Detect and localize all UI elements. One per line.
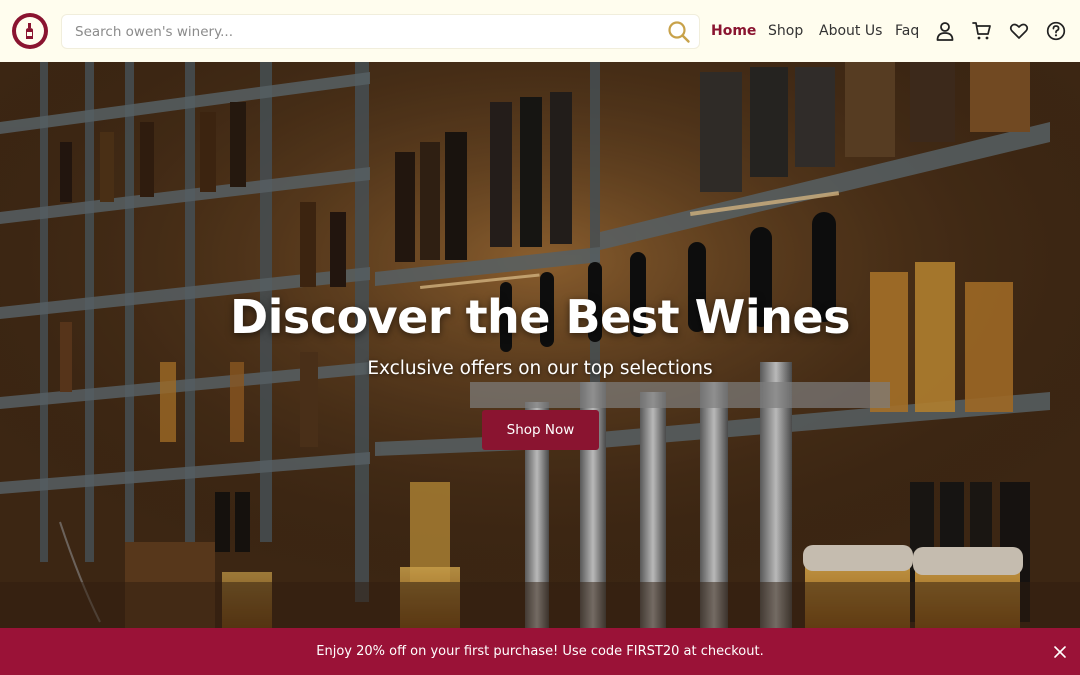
nav-about-us[interactable]: About Us <box>819 23 882 39</box>
nav-shop[interactable]: Shop <box>768 23 803 39</box>
nav-home[interactable]: Home <box>711 23 756 39</box>
winery-logo-icon[interactable] <box>12 13 48 49</box>
promo-banner: Enjoy 20% off on your first purchase! Us… <box>0 628 1080 675</box>
help-icon[interactable] <box>1046 21 1066 41</box>
hero-title: Discover the Best Wines <box>229 290 851 344</box>
nav-faq[interactable]: Faq <box>895 23 919 39</box>
heart-icon[interactable] <box>1009 21 1029 41</box>
search-input[interactable] <box>62 15 652 48</box>
search-bar <box>61 14 700 49</box>
hero-banner: Discover the Best Wines Exclusive offers… <box>0 62 1080 628</box>
close-icon[interactable] <box>1053 644 1067 658</box>
cart-icon[interactable] <box>972 21 992 41</box>
promo-text: Enjoy 20% off on your first purchase! Us… <box>316 644 764 659</box>
user-icon[interactable] <box>935 21 955 41</box>
shop-now-button[interactable]: Shop Now <box>482 410 599 450</box>
search-icon[interactable] <box>667 20 691 44</box>
site-header: Home Shop About Us Faq <box>0 0 1080 62</box>
wine-bottle-icon <box>26 23 33 39</box>
hero-subtitle: Exclusive offers on our top selections <box>367 358 713 379</box>
